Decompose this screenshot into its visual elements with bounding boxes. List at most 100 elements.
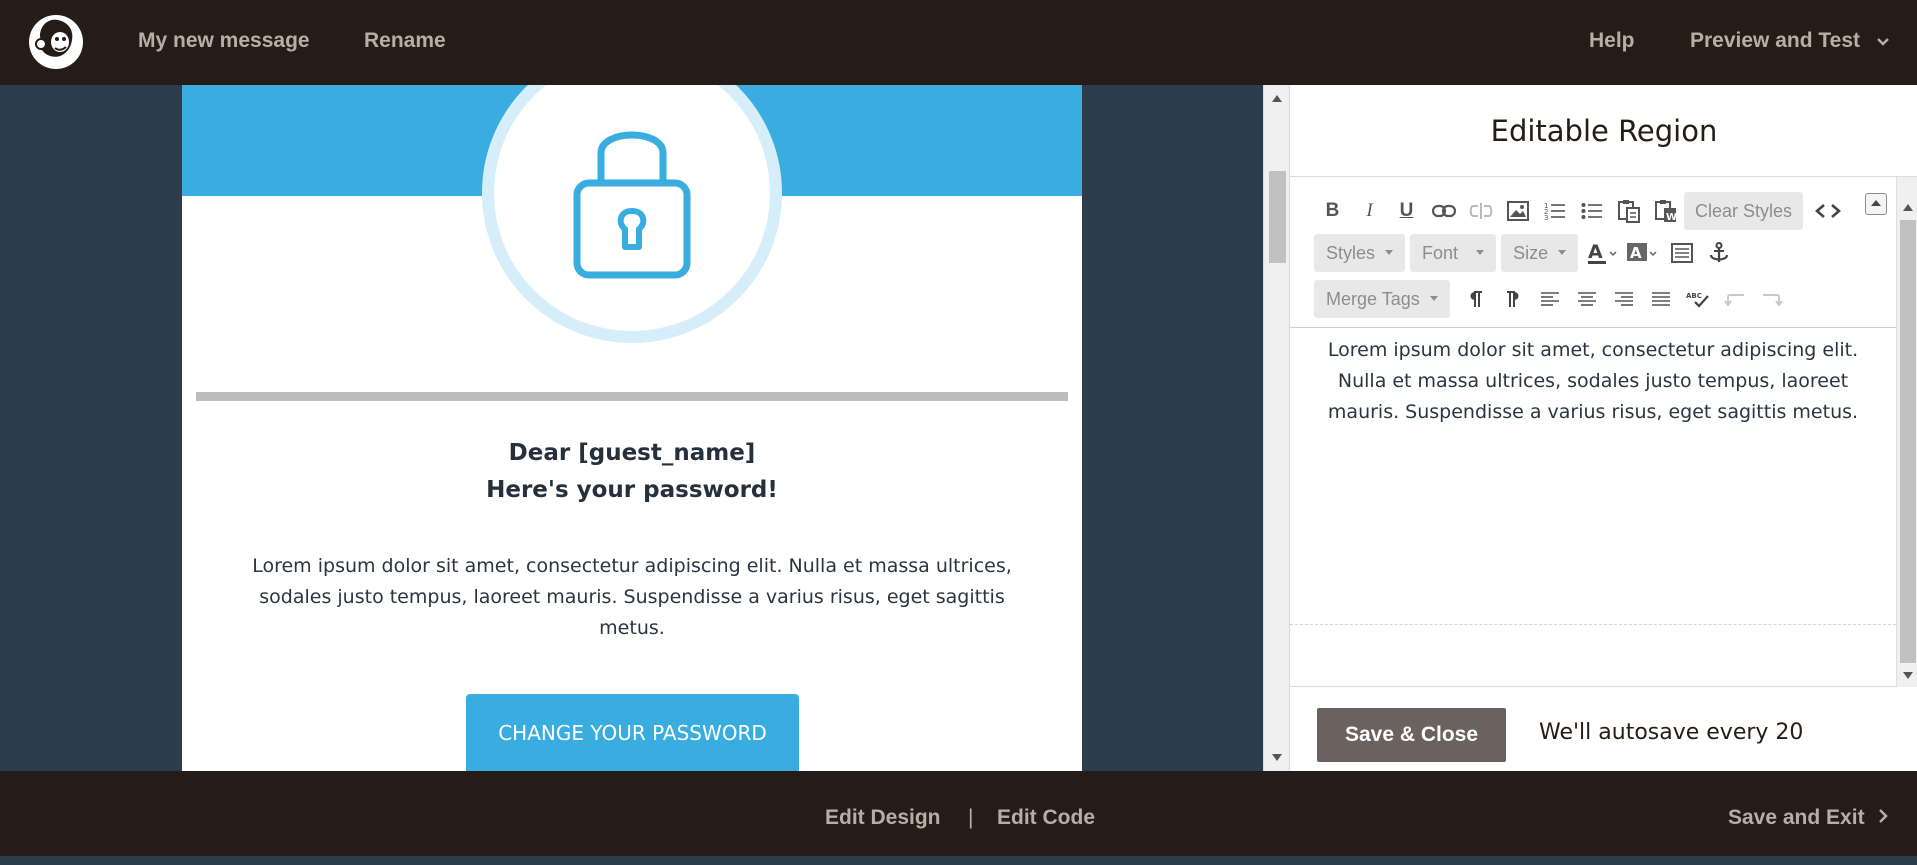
caret-down-icon <box>1558 250 1567 256</box>
font-dropdown[interactable]: Font <box>1410 234 1497 272</box>
scroll-down-arrow-icon[interactable] <box>1903 672 1913 679</box>
italic-button[interactable]: I <box>1351 193 1388 229</box>
editor-footer: Save & Close We'll autosave every 20 <box>1290 687 1917 771</box>
undo-icon <box>1724 294 1745 307</box>
canvas-scrollbar[interactable] <box>1263 85 1289 771</box>
mailchimp-logo-icon[interactable] <box>26 12 86 72</box>
svg-text:ABC: ABC <box>1686 292 1702 300</box>
editor-panel: Editable Region B I U 1 2 3 W Clear Styl… <box>1289 85 1917 771</box>
bold-icon: B <box>1325 200 1340 221</box>
help-link[interactable]: Help <box>1589 0 1635 85</box>
code-icon <box>1814 204 1841 218</box>
email-heading[interactable]: Dear [guest_name] Here's your password! <box>182 435 1082 509</box>
email-preview-canvas: Dear [guest_name] Here's your password! … <box>0 85 1263 771</box>
email-body-container: Dear [guest_name] Here's your password! … <box>182 85 1082 771</box>
undo-button[interactable] <box>1717 281 1754 317</box>
editor-scrollbar[interactable] <box>1896 177 1917 687</box>
edit-design-link[interactable]: Edit Design <box>825 771 941 856</box>
chevron-right-icon <box>1878 771 1889 865</box>
image-icon <box>1506 201 1529 221</box>
scroll-down-arrow-icon[interactable] <box>1272 754 1282 761</box>
bulleted-list-button[interactable] <box>1573 193 1610 229</box>
paste-word-button[interactable]: W <box>1647 193 1684 229</box>
ltr-paragraph-button[interactable] <box>1458 281 1495 317</box>
styles-dropdown-label: Styles <box>1326 243 1376 263</box>
save-and-exit-label: Save and Exit <box>1728 806 1865 829</box>
bulleted-list-icon <box>1581 203 1602 219</box>
italic-icon: I <box>1366 200 1373 221</box>
editor-scroll-thumb[interactable] <box>1900 220 1916 663</box>
redo-icon <box>1763 294 1784 307</box>
align-center-button[interactable] <box>1569 281 1606 317</box>
change-password-button[interactable]: CHANGE YOUR PASSWORD <box>466 694 799 771</box>
email-body-text[interactable]: Lorem ipsum dolor sit amet, consectetur … <box>252 551 1012 644</box>
merge-tags-label: Merge Tags <box>1326 289 1420 309</box>
insert-image-button[interactable] <box>1499 193 1536 229</box>
email-divider-line <box>196 392 1068 401</box>
campaign-name-link[interactable]: My new message <box>138 0 310 85</box>
caret-down-icon <box>1429 296 1438 302</box>
size-dropdown[interactable]: Size <box>1501 234 1579 272</box>
justify-button[interactable] <box>1643 281 1680 317</box>
numbered-list-icon: 123 <box>1544 202 1565 221</box>
anchor-button[interactable] <box>1700 235 1737 271</box>
align-right-icon <box>1615 292 1634 306</box>
align-left-button[interactable] <box>1532 281 1569 317</box>
table-lines-icon <box>1670 243 1693 263</box>
clear-styles-button[interactable]: Clear Styles <box>1684 192 1804 230</box>
svg-text:3: 3 <box>1544 214 1548 221</box>
preview-and-test-label: Preview and Test <box>1690 29 1861 52</box>
spellcheck-button[interactable]: ABC <box>1680 281 1717 317</box>
rename-link[interactable]: Rename <box>364 0 446 85</box>
svg-text:A: A <box>1588 241 1603 263</box>
anchor-icon <box>1709 242 1728 262</box>
top-navigation-bar: My new message Rename Help Preview and T… <box>0 0 1917 85</box>
editor-panel-title: Editable Region <box>1290 85 1917 177</box>
rtl-paragraph-button[interactable] <box>1495 281 1532 317</box>
align-left-icon <box>1541 292 1560 306</box>
background-color-button[interactable]: A <box>1623 235 1663 271</box>
background-color-icon: A <box>1627 243 1657 262</box>
numbered-list-button[interactable]: 123 <box>1536 193 1573 229</box>
toolbar-row-3: Merge Tags ABC <box>1314 279 1791 319</box>
horizontal-rule-button[interactable] <box>1663 235 1700 271</box>
svg-text:W: W <box>1666 212 1677 223</box>
merge-tags-dropdown[interactable]: Merge Tags <box>1314 280 1450 318</box>
save-and-close-button[interactable]: Save & Close <box>1317 708 1506 762</box>
chevron-down-icon <box>1876 0 1890 82</box>
scroll-up-arrow-icon[interactable] <box>1272 95 1282 102</box>
bold-button[interactable]: B <box>1314 193 1351 229</box>
size-dropdown-label: Size <box>1513 243 1549 263</box>
spellcheck-icon: ABC <box>1686 292 1710 308</box>
scroll-up-arrow-icon[interactable] <box>1903 204 1913 211</box>
paste-word-icon: W <box>1654 200 1677 223</box>
link-button[interactable] <box>1425 193 1462 229</box>
toolbar-row-2: Styles Font Size A A <box>1314 233 1737 273</box>
text-color-button[interactable]: A <box>1583 235 1623 271</box>
unlink-button[interactable] <box>1462 193 1499 229</box>
canvas-scroll-thumb[interactable] <box>1269 171 1286 263</box>
underline-button[interactable]: U <box>1388 193 1425 229</box>
styles-dropdown[interactable]: Styles <box>1314 234 1406 272</box>
preview-and-test-dropdown[interactable]: Preview and Test <box>1690 0 1890 85</box>
rte-toolbar: B I U 123 W Clear Styles Styles Font Siz… <box>1290 177 1896 328</box>
save-and-exit-link[interactable]: Save and Exit <box>1728 771 1889 856</box>
autosave-notice: We'll autosave every 20 <box>1539 720 1804 745</box>
padlock-icon <box>561 111 703 296</box>
link-icon <box>1431 204 1456 218</box>
paste-text-button[interactable] <box>1610 193 1647 229</box>
edit-code-link[interactable]: Edit Code <box>997 771 1095 856</box>
rte-content-area[interactable]: Lorem ipsum dolor sit amet, consectetur … <box>1290 328 1896 628</box>
greeting-line: Dear [guest_name] <box>508 440 756 466</box>
source-code-button[interactable] <box>1809 193 1846 229</box>
password-headline: Here's your password! <box>486 477 778 503</box>
toolbar-row-1: B I U 123 W Clear Styles <box>1314 191 1846 231</box>
rich-text-editor: B I U 123 W Clear Styles Styles Font Siz… <box>1290 177 1917 687</box>
caret-down-icon <box>1476 250 1485 256</box>
align-justify-icon <box>1652 292 1671 306</box>
redo-button[interactable] <box>1754 281 1791 317</box>
toolbar-collapse-button[interactable] <box>1865 193 1887 215</box>
align-right-button[interactable] <box>1606 281 1643 317</box>
rte-resize-divider <box>1290 624 1896 625</box>
underline-icon: U <box>1399 200 1414 221</box>
